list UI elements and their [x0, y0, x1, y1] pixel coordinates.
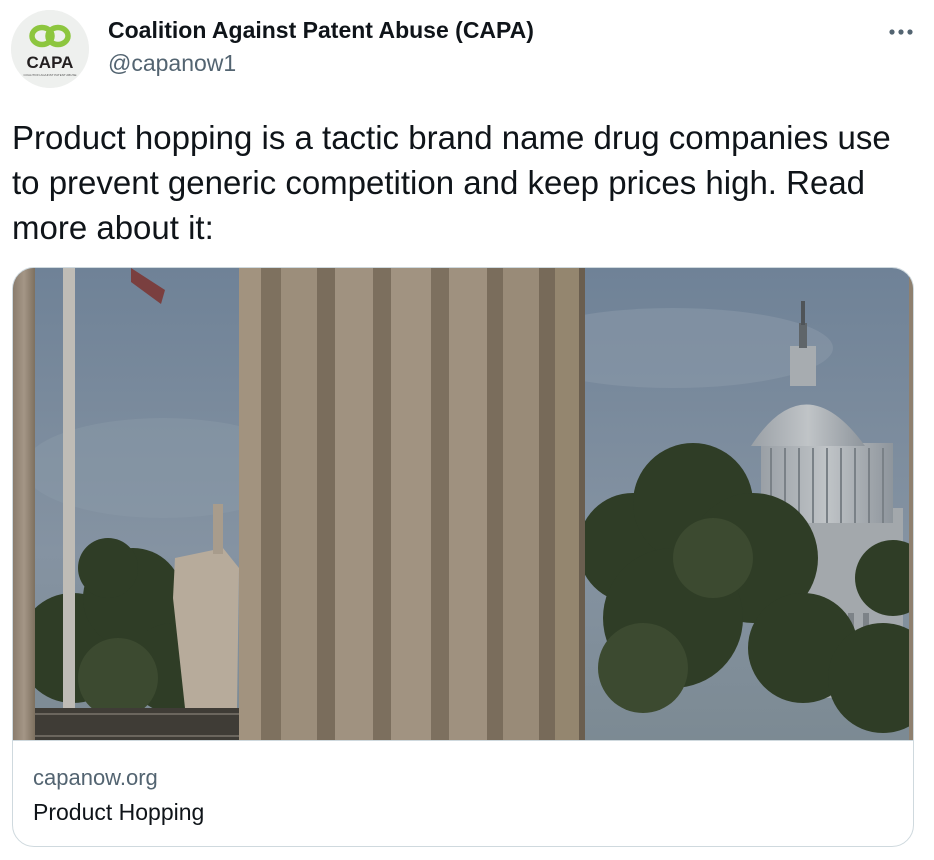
- svg-text:CAPA: CAPA: [27, 53, 74, 72]
- card-footer[interactable]: capanow.org Product Hopping: [13, 740, 913, 846]
- more-options-button[interactable]: [880, 18, 922, 46]
- svg-text:COALITION AGAINST PATENT ABUSE: COALITION AGAINST PATENT ABUSE: [24, 73, 77, 77]
- card-domain: capanow.org: [33, 765, 158, 790]
- author-handle[interactable]: @capanow1: [108, 49, 236, 77]
- tweet-text: Product hopping is a tactic brand name d…: [12, 119, 891, 246]
- author-name[interactable]: Coalition Against Patent Abuse (CAPA): [108, 16, 534, 44]
- card-image[interactable]: [13, 268, 913, 740]
- tweet: CAPA COALITION AGAINST PATENT ABUSE Coal…: [0, 0, 934, 860]
- capa-logo-icon: CAPA COALITION AGAINST PATENT ABUSE: [11, 10, 89, 88]
- card-title: Product Hopping: [33, 799, 205, 825]
- link-card[interactable]: capanow.org Product Hopping: [12, 267, 914, 847]
- capitol-columns-image: [13, 268, 913, 740]
- more-horizontal-icon: [889, 29, 913, 35]
- avatar[interactable]: CAPA COALITION AGAINST PATENT ABUSE: [11, 10, 89, 88]
